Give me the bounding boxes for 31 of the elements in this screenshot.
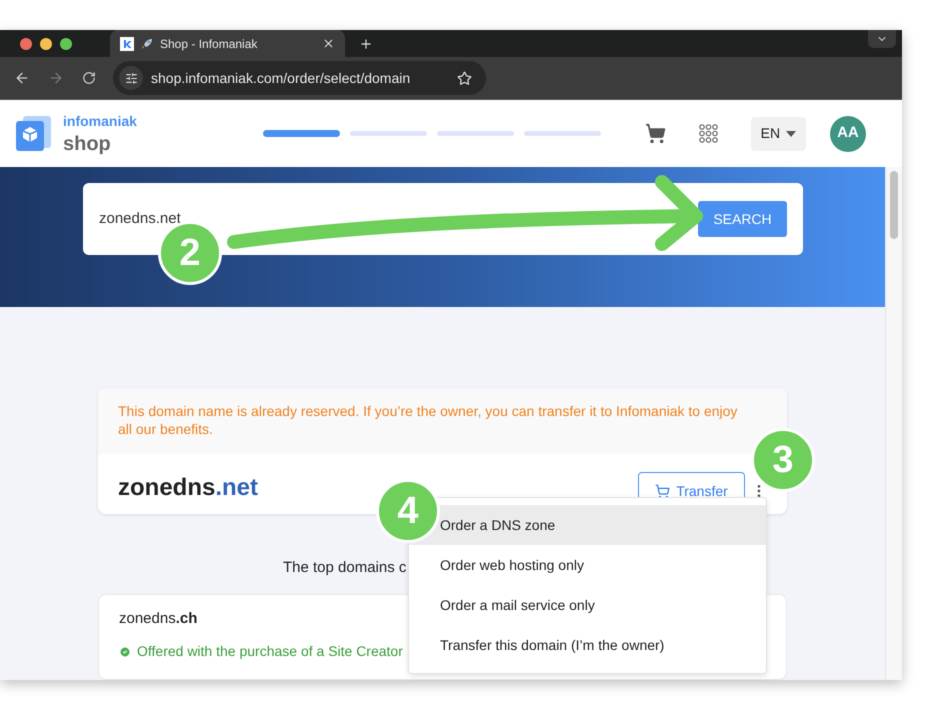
cart-icon[interactable] xyxy=(644,123,666,144)
check-icon xyxy=(119,646,131,658)
apps-grid-icon[interactable] xyxy=(698,124,718,143)
product-name: shop xyxy=(63,134,112,154)
top-domains-heading: The top domains c xyxy=(283,559,406,576)
brand-name: infomaniak xyxy=(63,114,137,128)
site-settings-icon[interactable] xyxy=(119,66,143,90)
forward-icon[interactable] xyxy=(48,70,64,86)
back-icon[interactable] xyxy=(14,70,30,86)
user-avatar[interactable]: AA xyxy=(830,116,866,152)
menu-item[interactable]: Transfer this domain (I’m the owner) xyxy=(409,625,766,665)
url-text: shop.infomaniak.com/order/select/domain xyxy=(151,68,410,88)
new-tab-icon[interactable] xyxy=(359,36,373,50)
rocket-icon xyxy=(140,36,154,50)
menu-item[interactable]: Order a mail service only xyxy=(409,585,766,625)
suggested-domain: zonedns.ch xyxy=(119,610,198,628)
bookmark-star-icon[interactable] xyxy=(457,70,472,86)
close-tab-icon[interactable] xyxy=(322,37,335,50)
menu-item[interactable]: Order web hosting only xyxy=(409,545,766,585)
address-bar[interactable]: shop.infomaniak.com/order/select/domain xyxy=(113,61,486,95)
reload-icon[interactable] xyxy=(82,71,96,85)
scrollbar[interactable] xyxy=(885,167,902,680)
logo-icon xyxy=(15,114,53,154)
offer-text: Offered with the purchase of a Site Creator xyxy=(137,642,403,662)
tab-title: Shop - Infomaniak xyxy=(160,36,258,52)
browser-tab[interactable]: Shop - Infomaniak xyxy=(110,30,345,57)
caret-icon xyxy=(786,130,796,136)
domain-name: zonedns.net xyxy=(118,473,258,503)
reserved-notice: This domain name is already reserved. If you’re the owner, you can transfer it to Infomaniak to enjoy all our benefits. xyxy=(118,402,738,438)
site-favicon-icon xyxy=(120,36,134,50)
language-select[interactable]: EN xyxy=(750,116,806,150)
